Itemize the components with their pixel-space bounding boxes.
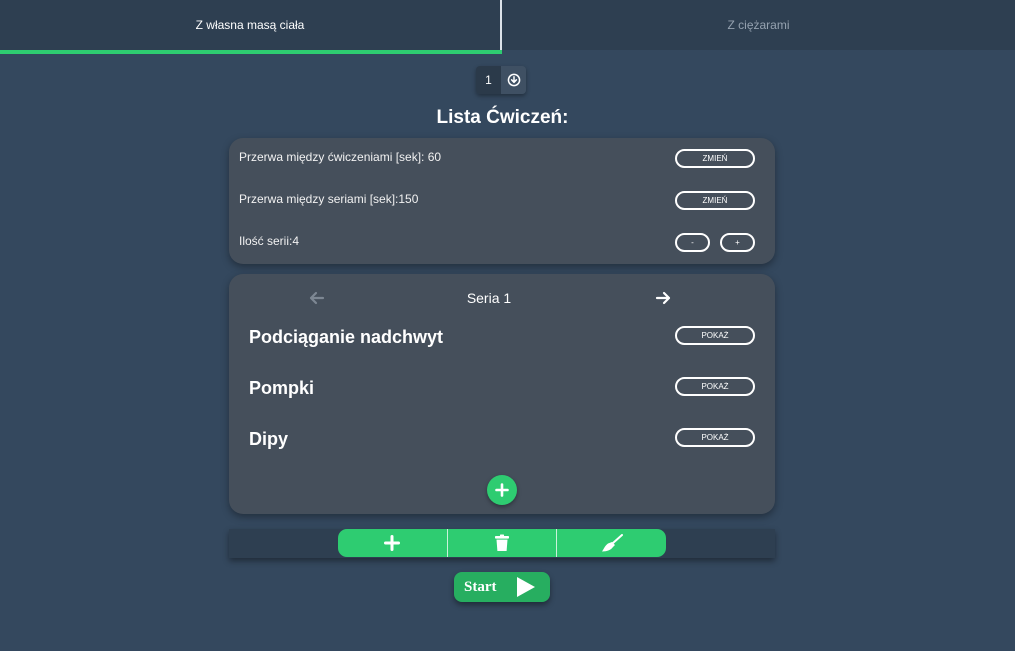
active-tab-indicator	[0, 50, 502, 54]
broom-icon	[601, 534, 623, 552]
decrease-series-button[interactable]: -	[675, 233, 710, 252]
show-exercise-button[interactable]: POKAŻ	[675, 428, 755, 447]
trash-icon	[495, 534, 509, 551]
change-rest-exercises-button[interactable]: ZMIEŃ	[675, 149, 755, 168]
arrow-right-icon[interactable]	[654, 289, 672, 307]
change-rest-series-button[interactable]: ZMIEŃ	[675, 191, 755, 210]
play-icon	[516, 577, 535, 597]
action-toolbar	[338, 529, 666, 557]
tab-bar: Z własna masą ciała Z ciężarami	[0, 0, 1015, 54]
increase-series-button[interactable]: +	[720, 233, 755, 252]
page-title: Lista Ćwiczeń:	[436, 107, 569, 128]
series-selector-button[interactable]	[501, 66, 526, 94]
tab-bodyweight-label: Z własna masą ciała	[195, 18, 305, 32]
series-count-label: Ilość serii:4	[239, 234, 300, 248]
download-circle-icon	[507, 73, 520, 87]
add-exercise-button[interactable]	[487, 475, 517, 505]
rest-between-exercises-label: Przerwa między ćwiczeniami [sek]: 60	[239, 150, 442, 164]
show-exercise-button[interactable]: POKAŻ	[675, 377, 755, 396]
series-selector-value: 1	[476, 66, 501, 94]
series-card: Seria 1 Podciąganie nadchwyt POKAŻ Pompk…	[229, 274, 775, 514]
rest-between-series-label: Przerwa między seriami [sek]:150	[239, 192, 419, 206]
start-button-label: Start	[464, 578, 497, 595]
tab-weights-label: Z ciężarami	[727, 18, 790, 32]
series-navigation: Seria 1	[229, 288, 775, 308]
show-exercise-button[interactable]: POKAŻ	[675, 326, 755, 345]
settings-card: Przerwa między ćwiczeniami [sek]: 60 ZMI…	[229, 138, 775, 264]
add-series-button[interactable]	[338, 529, 447, 557]
exercise-name: Dipy	[249, 429, 289, 449]
plus-icon	[384, 535, 401, 551]
clear-series-button[interactable]	[556, 529, 666, 557]
delete-series-button[interactable]	[446, 529, 557, 557]
tab-bodyweight[interactable]: Z własna masą ciała	[0, 0, 502, 54]
plus-icon	[495, 483, 509, 497]
exercise-name: Podciąganie nadchwyt	[249, 327, 444, 347]
start-button[interactable]: Start	[454, 572, 550, 602]
exercise-name: Pompki	[249, 378, 315, 398]
tab-weights[interactable]: Z ciężarami	[502, 0, 1015, 50]
series-selector[interactable]: 1	[476, 66, 526, 94]
